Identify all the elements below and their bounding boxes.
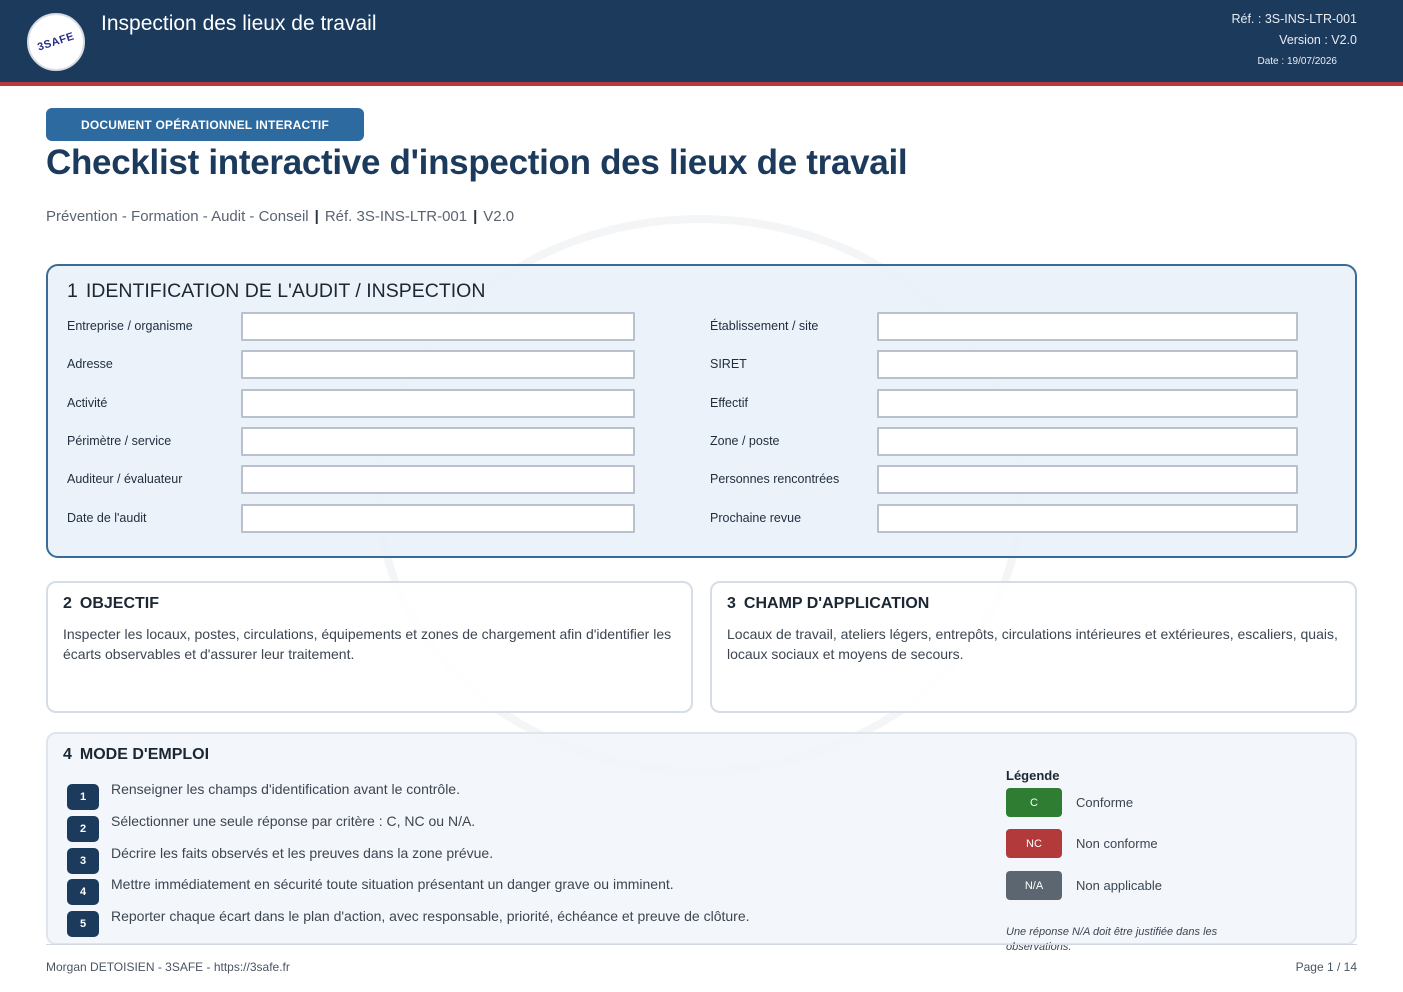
section-title-text: MODE D'EMPLOI xyxy=(79,746,210,763)
footer-divider xyxy=(46,944,1357,945)
objectif-text: Inspecter les locaux, postes, circulatio… xyxy=(63,626,672,662)
section-title-text: IDENTIFICATION DE L'AUDIT / INSPECTION xyxy=(85,280,486,302)
page-title: Checklist interactive d'inspection des l… xyxy=(46,143,908,182)
field-label-auditeur: Auditeur / évaluateur xyxy=(67,472,183,486)
effectif-input[interactable] xyxy=(877,389,1298,418)
siret-input[interactable] xyxy=(877,350,1298,379)
section-number: 2 xyxy=(63,595,72,612)
champ-application-title: 3 CHAMP D'APPLICATION xyxy=(727,595,929,613)
entreprise-input[interactable] xyxy=(241,312,635,341)
mode-emploi-title: 4 MODE D'EMPLOI xyxy=(63,746,209,764)
step-text: Renseigner les champs d'identification a… xyxy=(111,781,460,797)
prochaine-revue-input[interactable] xyxy=(877,504,1298,533)
app-title: Inspection des lieux de travail xyxy=(101,12,377,35)
legend-label-conforme: Conforme xyxy=(1076,795,1134,810)
legend-label-non-conforme: Non conforme xyxy=(1076,836,1158,851)
page-number: Page 1 / 14 xyxy=(1295,960,1357,974)
date-audit-input[interactable] xyxy=(241,504,635,533)
legend-title: Légende xyxy=(1006,768,1060,783)
perimetre-input[interactable] xyxy=(241,427,635,456)
subtitle-reference: Réf. 3S-INS-LTR-001 xyxy=(324,208,468,225)
company-logo: 3SAFE xyxy=(27,13,85,71)
section-number: 3 xyxy=(727,595,736,612)
field-label-activite: Activité xyxy=(67,396,108,410)
field-label-perimetre: Périmètre / service xyxy=(67,434,172,448)
mode-emploi-section: 4 MODE D'EMPLOI 1 Renseigner les champs d… xyxy=(46,732,1357,953)
section-title-text: CHAMP D'APPLICATION xyxy=(743,595,930,612)
doc-date: Date : 19/07/2026 xyxy=(1257,56,1337,67)
identification-title: 1 IDENTIFICATION DE L'AUDIT / INSPECTION xyxy=(67,280,485,303)
document-type-badge: DOCUMENT OPÉRATIONNEL INTERACTIF xyxy=(46,108,364,141)
step-text: Reporter chaque écart dans le plan d'act… xyxy=(111,908,750,924)
footer-author: Morgan DETOISIEN - 3SAFE - https://3safe… xyxy=(46,960,290,974)
field-label-effectif: Effectif xyxy=(710,396,748,410)
objectif-section: 2 OBJECTIF Inspecter les locaux, postes, … xyxy=(46,581,693,713)
legend-note: Une réponse N/A doit être justifiée dans… xyxy=(1006,926,1218,953)
subtitle-separator: | xyxy=(473,208,478,225)
doc-version: Version : V2.0 xyxy=(1279,33,1357,47)
step-number-badge: 1 xyxy=(67,784,99,810)
field-label-personnes: Personnes rencontrées xyxy=(710,472,840,486)
field-label-zone-poste: Zone / poste xyxy=(710,434,780,448)
activite-input[interactable] xyxy=(241,389,635,418)
identification-section: 1 IDENTIFICATION DE L'AUDIT / INSPECTION … xyxy=(46,264,1357,558)
field-label-etablissement: Établissement / site xyxy=(710,319,819,333)
legend-chip-non-applicable: N/A xyxy=(1006,871,1062,900)
field-label-date-audit: Date de l'audit xyxy=(67,511,147,525)
zone-poste-input[interactable] xyxy=(877,427,1298,456)
step-number-badge: 4 xyxy=(67,879,99,905)
field-label-adresse: Adresse xyxy=(67,357,113,371)
etablissement-input[interactable] xyxy=(877,312,1298,341)
logo-text: 3SAFE xyxy=(36,30,76,54)
step-text: Sélectionner une seule réponse par critè… xyxy=(111,813,476,829)
objectif-title: 2 OBJECTIF xyxy=(63,595,159,613)
champ-application-text: Locaux de travail, ateliers légers, entr… xyxy=(727,626,1338,662)
personnes-input[interactable] xyxy=(877,465,1298,494)
doc-reference: Réf. : 3S-INS-LTR-001 xyxy=(1231,12,1357,26)
step-text: Décrire les faits observés et les preuve… xyxy=(111,845,494,861)
subtitle-version: V2.0 xyxy=(483,208,515,225)
auditeur-input[interactable] xyxy=(241,465,635,494)
step-text: Mettre immédiatement en sécurité toute s… xyxy=(111,876,674,892)
field-label-entreprise: Entreprise / organisme xyxy=(67,319,193,333)
field-label-siret: SIRET xyxy=(710,357,747,371)
adresse-input[interactable] xyxy=(241,350,635,379)
legend-chip-non-conforme: NC xyxy=(1006,829,1062,858)
page-subtitle: Prévention - Formation - Audit - Conseil… xyxy=(46,208,514,225)
section-title-text: OBJECTIF xyxy=(79,595,160,612)
champ-application-section: 3 CHAMP D'APPLICATION Locaux de travail, … xyxy=(710,581,1357,713)
subtitle-separator: | xyxy=(314,208,319,225)
step-number-badge: 2 xyxy=(67,816,99,842)
section-number: 1 xyxy=(67,280,78,302)
subtitle-services: Prévention - Formation - Audit - Conseil xyxy=(46,208,309,225)
step-number-badge: 3 xyxy=(67,848,99,874)
legend-label-non-applicable: Non applicable xyxy=(1076,878,1163,893)
section-number: 4 xyxy=(63,746,72,763)
step-number-badge: 5 xyxy=(67,911,99,937)
field-label-prochaine-revue: Prochaine revue xyxy=(710,511,802,525)
header-bar: 3SAFE Inspection des lieux de travail Ré… xyxy=(0,0,1403,86)
legend-chip-conforme: C xyxy=(1006,788,1062,817)
